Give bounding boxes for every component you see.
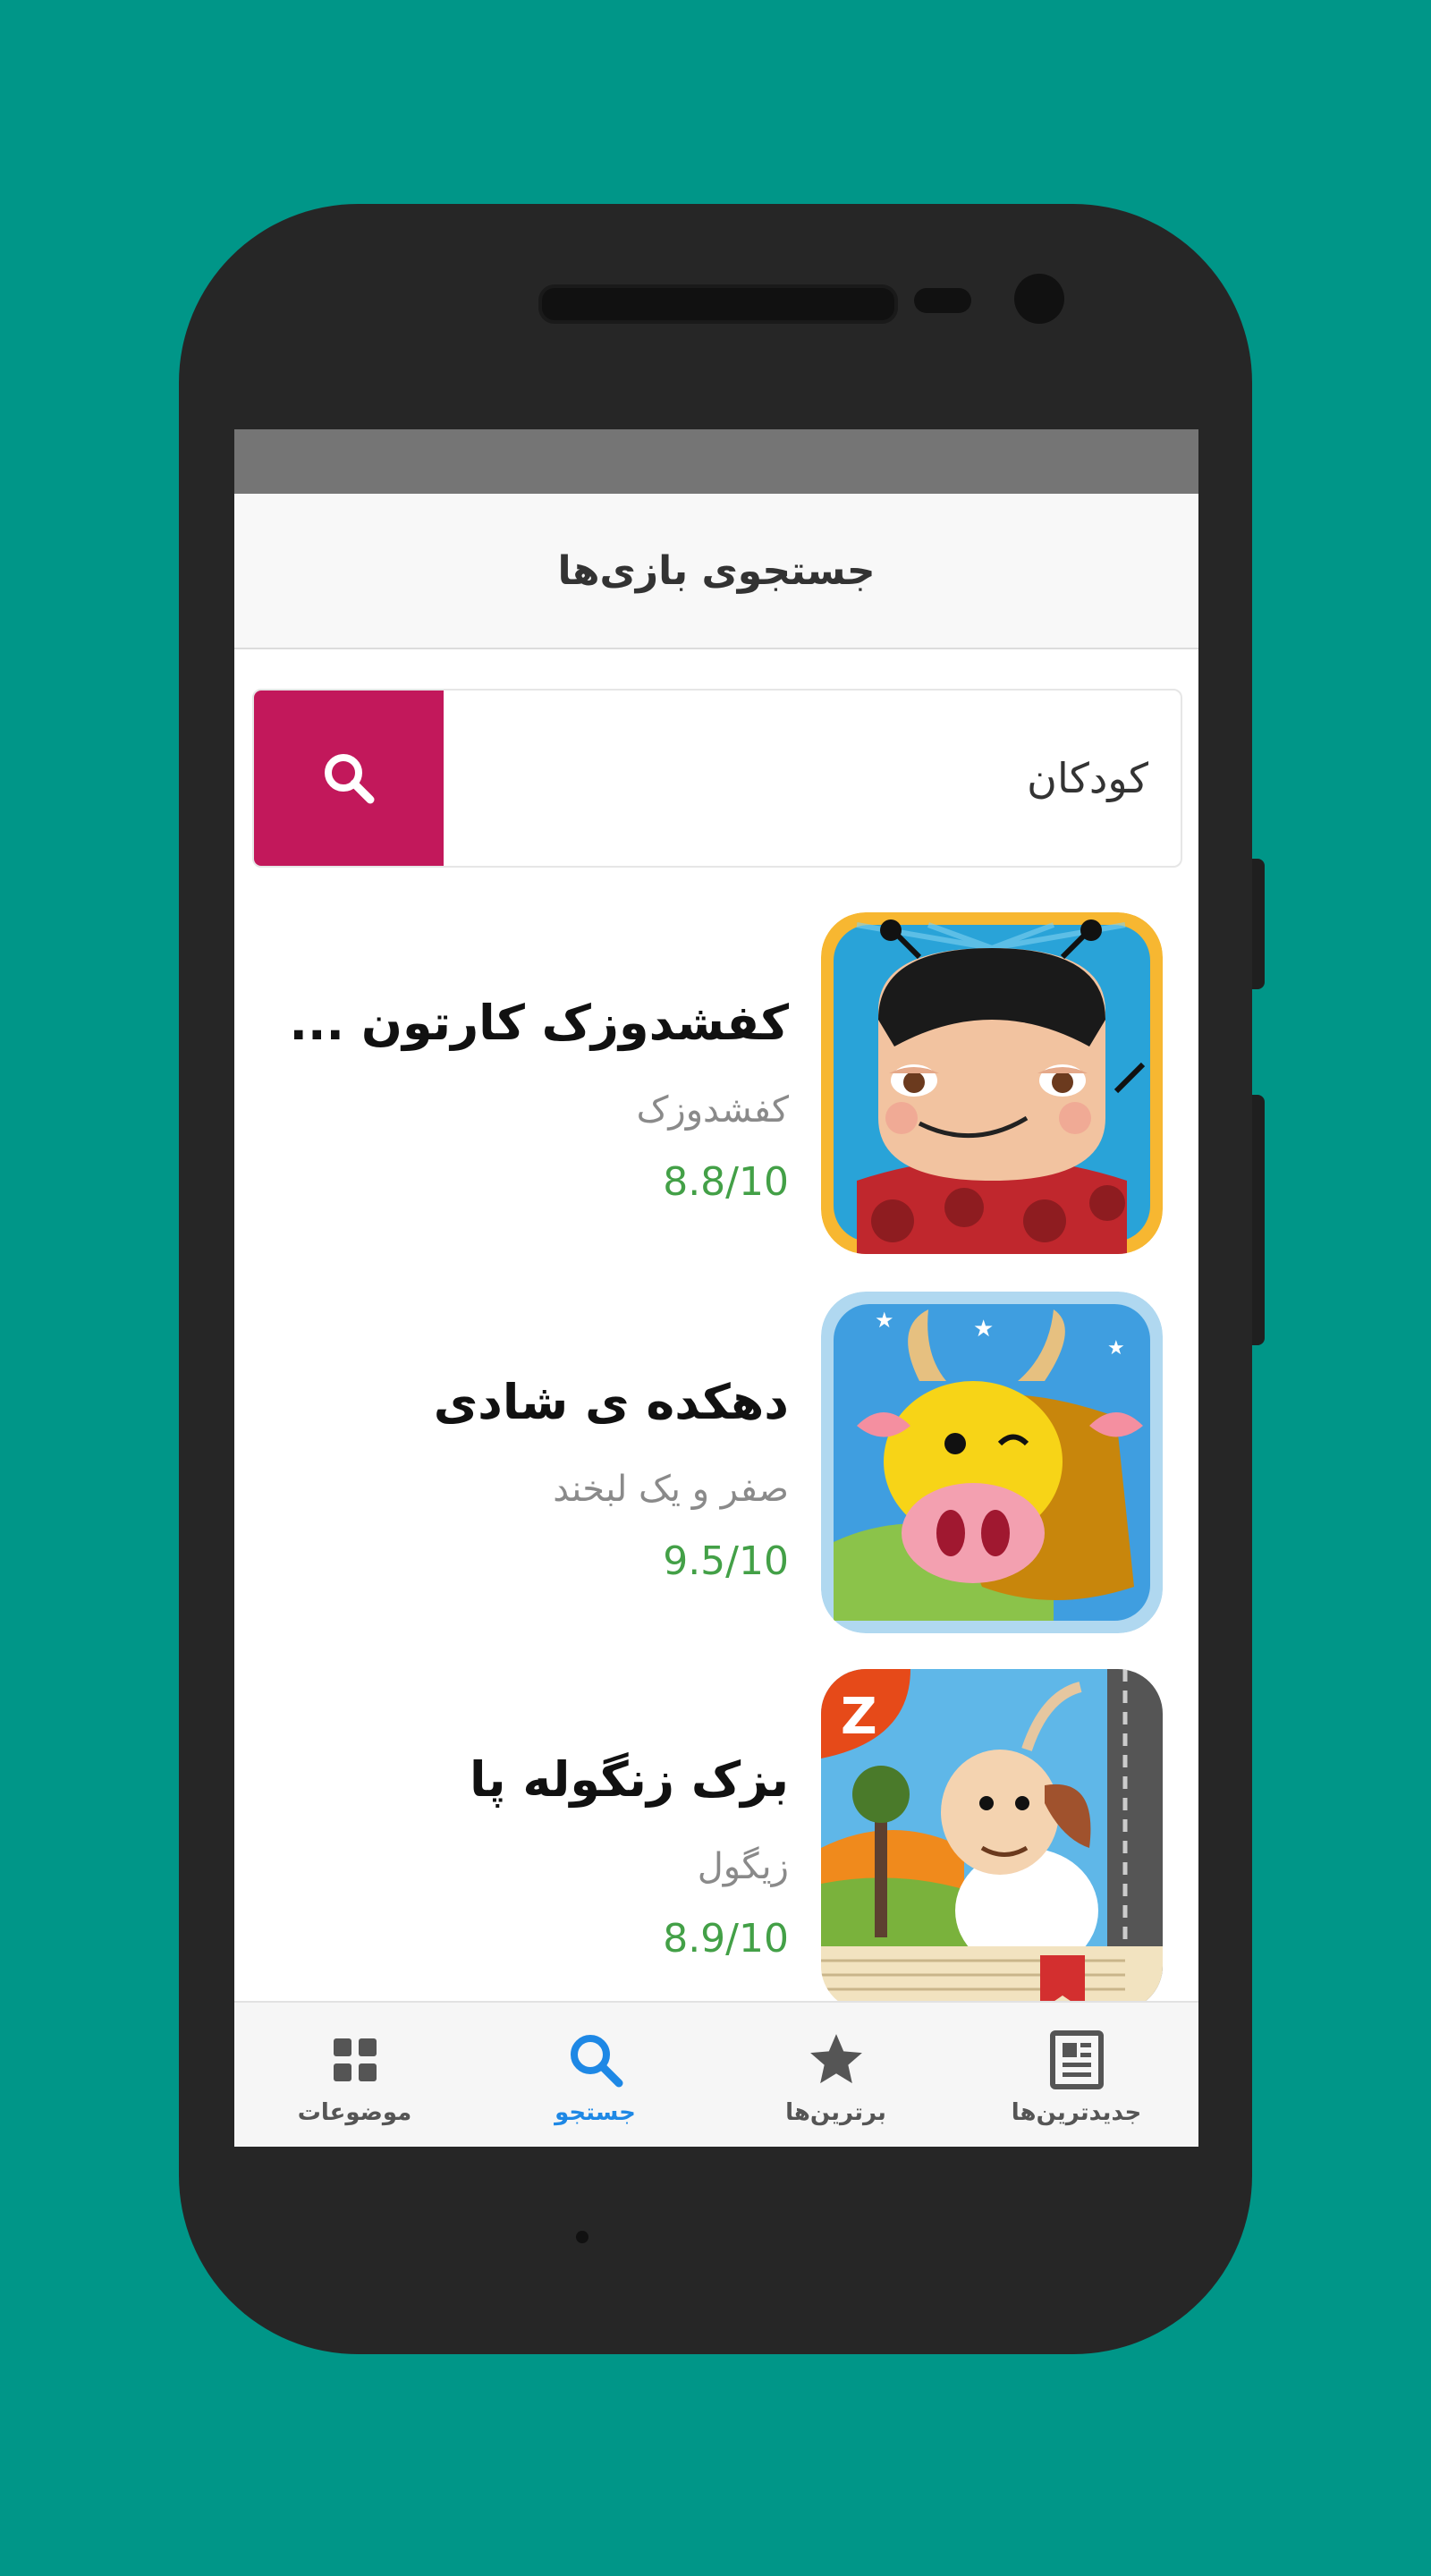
search-icon [570, 2035, 622, 2088]
ladybug-cartoon-app-icon [821, 912, 1163, 1254]
nav-label: موضوعات [297, 2099, 412, 2126]
item-title: کفشدوزک کارتون ... [289, 995, 789, 1051]
app-screen: جستجوی بازی‌ها [234, 429, 1198, 2147]
page-title: جستجوی بازی‌ها [557, 547, 876, 594]
list-item[interactable]: Z بزک زنگوله پا زیگول 8.9/10 [234, 1669, 1198, 2018]
svg-text:★: ★ [1107, 1337, 1125, 1360]
proximity-sensor [914, 288, 971, 313]
earpiece-speaker [538, 284, 898, 324]
list-item[interactable]: کفشدوزک کارتون ... کفشدوزک 8.8/10 [234, 912, 1198, 1261]
volume-button [1252, 859, 1265, 989]
svg-text:★: ★ [875, 1308, 894, 1333]
item-rating: 9.5/10 [663, 1538, 789, 1584]
svg-text:Z: Z [841, 1688, 877, 1746]
app-bar: جستجوی بازی‌ها [234, 494, 1198, 649]
item-rating: 8.8/10 [663, 1159, 789, 1205]
search-button[interactable] [254, 691, 444, 866]
status-bar [234, 429, 1198, 494]
nav-label: جستجو [555, 2099, 636, 2126]
nav-label: برترین‌ها [785, 2099, 886, 2126]
grid-icon [333, 2038, 377, 2081]
nav-item-top[interactable]: برترین‌ها [716, 2003, 956, 2147]
item-title: بزک زنگوله پا [470, 1751, 789, 1808]
item-developer: کفشدوزک [636, 1089, 789, 1131]
search-icon [325, 754, 375, 804]
list-item[interactable]: ★ ★ ★ دهکده ی شادی صفر و یک لبخند 9.5/10 [234, 1292, 1198, 1640]
front-camera [1014, 274, 1064, 324]
microphone-hole [576, 2231, 588, 2243]
nav-item-newest[interactable]: جدیدترین‌ها [956, 2003, 1197, 2147]
search-input[interactable] [460, 691, 1148, 866]
item-info: دهکده ی شادی صفر و یک لبخند 9.5/10 [270, 1292, 789, 1633]
item-developer: صفر و یک لبخند [553, 1469, 789, 1510]
power-button [1252, 1095, 1265, 1345]
nav-item-categories[interactable]: موضوعات [234, 2003, 475, 2147]
goat-storybook-app-icon: Z [821, 1669, 1163, 2011]
item-info: بزک زنگوله پا زیگول 8.9/10 [270, 1669, 789, 2011]
item-developer: زیگول [697, 1846, 789, 1887]
nav-label: جدیدترین‌ها [1011, 2099, 1142, 2126]
item-title: دهکده ی شادی [433, 1374, 789, 1430]
happy-village-cow-app-icon: ★ ★ ★ [821, 1292, 1163, 1633]
search-bar [252, 689, 1182, 868]
nav-item-search[interactable]: جستجو [475, 2003, 716, 2147]
bottom-navigation: موضوعات جستجو برترین‌ها [234, 2001, 1198, 2147]
item-info: کفشدوزک کارتون ... کفشدوزک 8.8/10 [270, 912, 789, 1254]
star-icon [809, 2034, 862, 2084]
svg-text:★: ★ [973, 1316, 994, 1343]
newspaper-icon [1049, 2030, 1104, 2089]
item-rating: 8.9/10 [663, 1916, 789, 1962]
